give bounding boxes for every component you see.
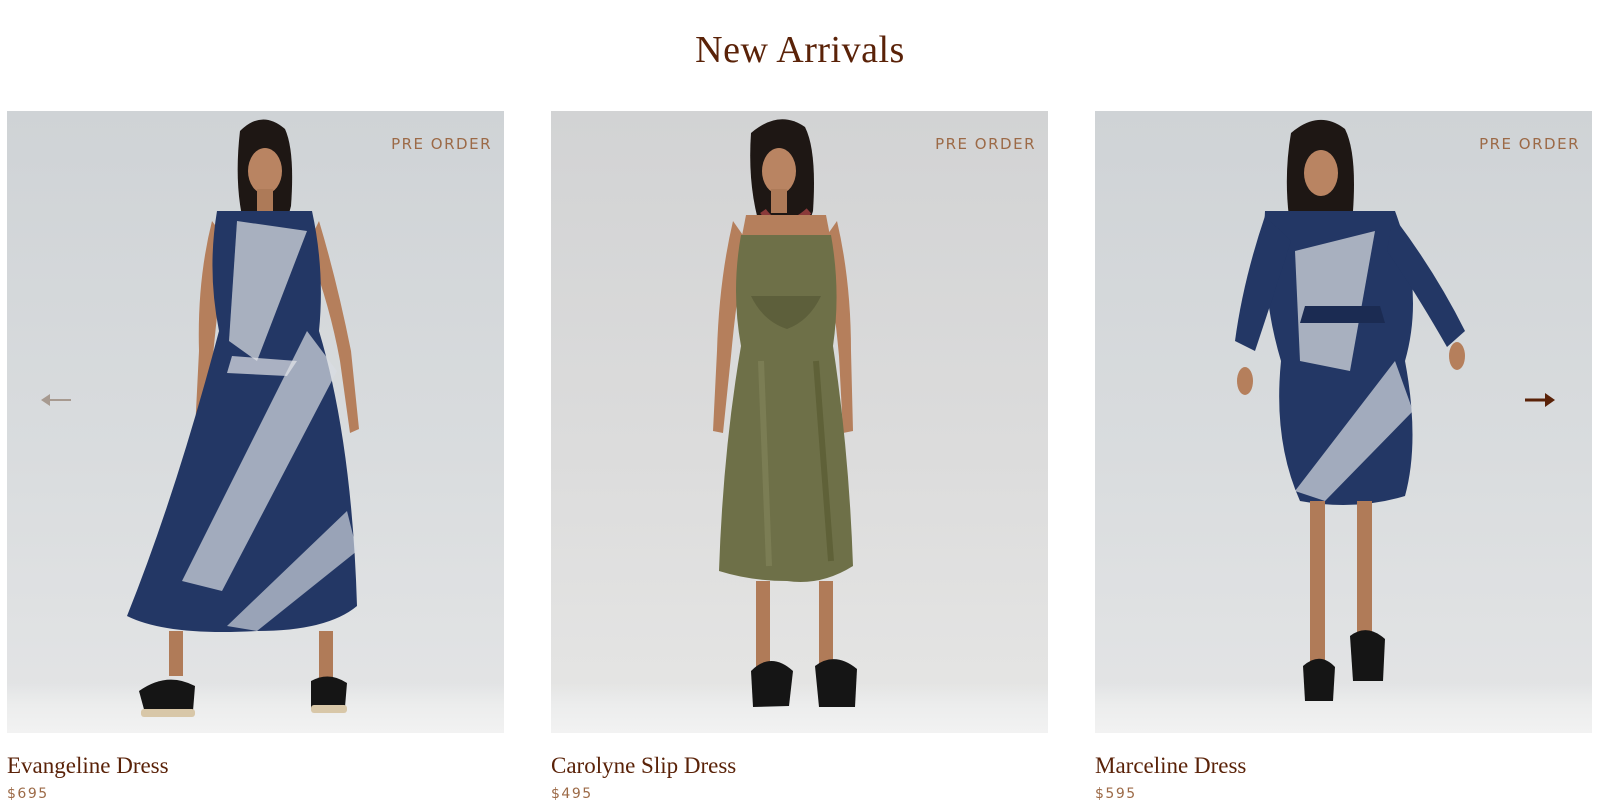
product-image[interactable]: PRE ORDER (7, 111, 504, 733)
pre-order-badge: PRE ORDER (935, 135, 1036, 153)
product-image[interactable]: PRE ORDER (551, 111, 1048, 733)
product-name[interactable]: Marceline Dress (1095, 753, 1592, 779)
model-illustration (713, 119, 857, 707)
arrow-right-icon (1525, 393, 1555, 407)
product-name[interactable]: Evangeline Dress (7, 753, 504, 779)
carousel-next-button[interactable] (1518, 385, 1562, 415)
product-card-carolyne[interactable]: PRE ORDER Carolyne Slip Dress $495 (551, 111, 1048, 802)
product-image[interactable]: PRE ORDER (1095, 111, 1592, 733)
product-name[interactable]: Carolyne Slip Dress (551, 753, 1048, 779)
arrow-left-icon (41, 394, 71, 406)
pre-order-badge: PRE ORDER (1479, 135, 1580, 153)
section-title: New Arrivals (695, 29, 905, 71)
product-card-evangeline[interactable]: PRE ORDER Evangeline Dress $695 (7, 111, 504, 802)
product-price: $595 (1095, 786, 1137, 802)
product-price: $695 (7, 786, 49, 802)
product-card-marceline[interactable]: PRE ORDER Marceline Dress $595 (1095, 111, 1592, 802)
carousel-prev-button[interactable] (34, 385, 78, 415)
product-price: $495 (551, 786, 593, 802)
model-illustration (1235, 119, 1465, 701)
pre-order-badge: PRE ORDER (391, 135, 492, 153)
model-illustration (127, 119, 359, 717)
